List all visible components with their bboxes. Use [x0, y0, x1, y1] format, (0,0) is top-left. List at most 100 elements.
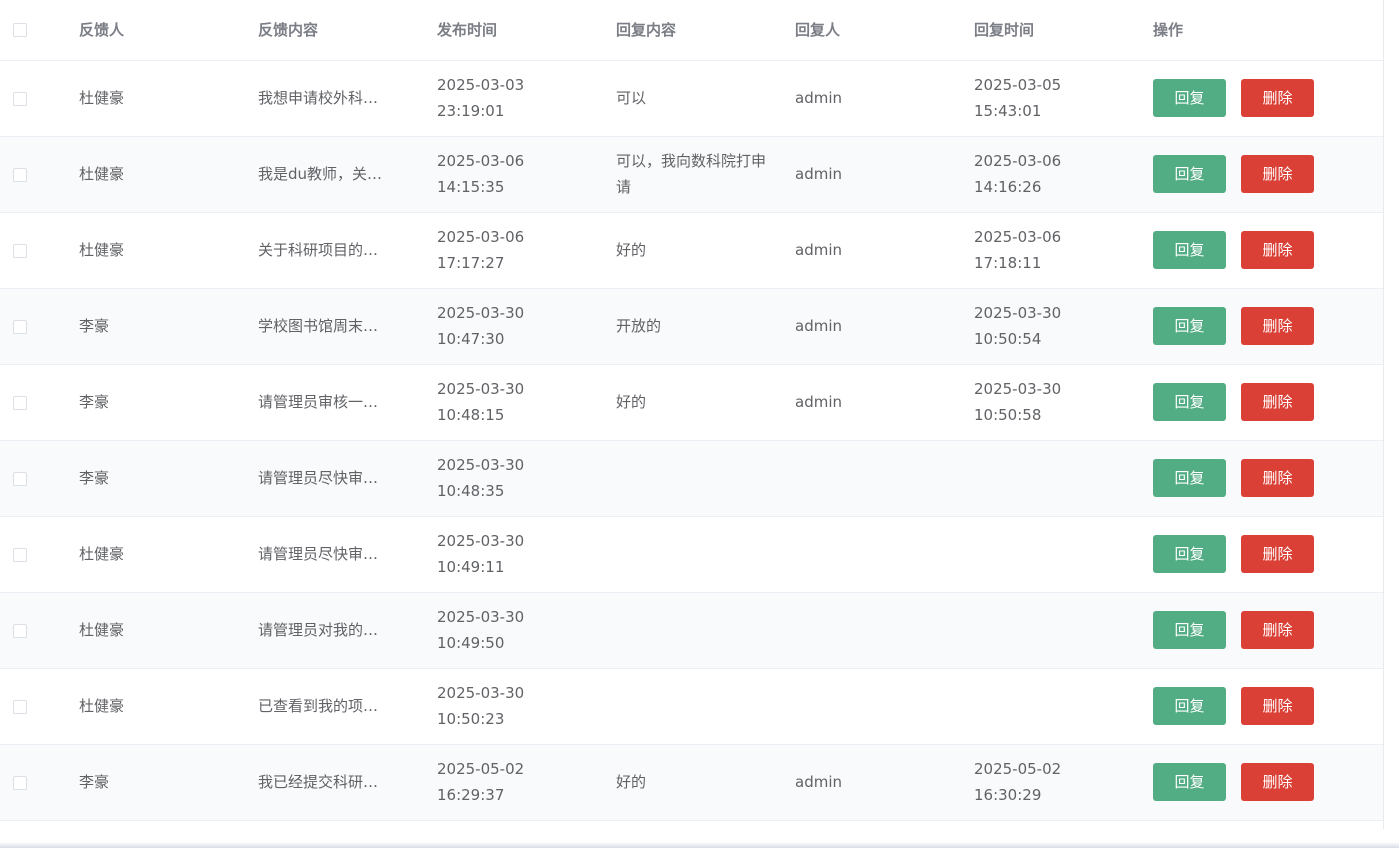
reply-time: 2025-03-06 17:18:11 [974, 228, 1062, 272]
row-checkbox[interactable] [13, 243, 27, 258]
row-checkbox[interactable] [13, 547, 27, 562]
feedbacker-cell: 杜健豪 [79, 592, 258, 669]
reply-button[interactable]: 回复 [1153, 307, 1226, 345]
reply-button[interactable]: 回复 [1153, 155, 1226, 193]
table-row: 杜健豪 已查看到我的项… 2025-03-30 10:50:23 回复 删除 [0, 668, 1383, 745]
publish-time-cell: 2025-03-30 10:48:35 [437, 440, 616, 517]
table-row: 杜健豪 我想申请校外科… 2025-03-03 23:19:01 可以 admin… [0, 60, 1383, 137]
operations-cell: 回复 删除 [1153, 364, 1383, 441]
feedback-content: 请管理员尽快审… [258, 469, 379, 487]
publish-time: 2025-03-30 10:48:35 [437, 456, 525, 500]
reply-button[interactable]: 回复 [1153, 231, 1226, 269]
reply-button[interactable]: 回复 [1153, 79, 1226, 117]
operations-cell: 回复 删除 [1153, 288, 1383, 365]
reply-content-cell: 好的 [616, 364, 795, 441]
feedbacker-name: 李豪 [79, 317, 110, 335]
row-checkbox[interactable] [13, 319, 27, 334]
delete-button[interactable]: 删除 [1241, 459, 1314, 497]
feedbacker-name: 杜健豪 [79, 241, 125, 259]
row-checkbox[interactable] [13, 395, 27, 410]
feedback-content: 请管理员尽快审… [258, 545, 379, 563]
delete-button[interactable]: 删除 [1241, 307, 1314, 345]
operations-cell: 回复 删除 [1153, 744, 1383, 821]
publish-time-cell: 2025-03-06 14:15:35 [437, 136, 616, 213]
replier-name: admin [795, 89, 842, 107]
row-checkbox[interactable] [13, 167, 27, 182]
reply-button[interactable]: 回复 [1153, 535, 1226, 573]
delete-button[interactable]: 删除 [1241, 79, 1314, 117]
feedback-content: 我已经提交科研… [258, 773, 379, 791]
row-select-cell [0, 212, 79, 289]
operations-cell: 回复 删除 [1153, 668, 1383, 745]
feedback-content: 请管理员对我的… [258, 621, 379, 639]
delete-button[interactable]: 删除 [1241, 231, 1314, 269]
select-all-checkbox[interactable] [13, 23, 27, 38]
row-checkbox[interactable] [13, 471, 27, 486]
row-select-cell [0, 440, 79, 517]
row-checkbox[interactable] [13, 699, 27, 714]
replier-cell [795, 592, 974, 669]
feedbacker-name: 杜健豪 [79, 89, 125, 107]
feedback-content: 已查看到我的项… [258, 697, 379, 715]
replier-cell [795, 440, 974, 517]
content-cell: 关于科研项目的… [258, 212, 437, 289]
feedback-content: 学校图书馆周末… [258, 317, 379, 335]
reply-button[interactable]: 回复 [1153, 459, 1226, 497]
delete-button[interactable]: 删除 [1241, 763, 1314, 801]
row-select-cell [0, 516, 79, 593]
publish-time-cell: 2025-05-02 16:29:37 [437, 744, 616, 821]
feedbacker-cell: 李豪 [79, 440, 258, 517]
reply-content-cell [616, 440, 795, 517]
publish-time-cell: 2025-03-30 10:47:30 [437, 288, 616, 365]
row-checkbox[interactable] [13, 623, 27, 638]
feedbacker-cell: 杜健豪 [79, 668, 258, 745]
scrollbar-track[interactable] [1383, 0, 1399, 848]
replier-name: admin [795, 241, 842, 259]
delete-button[interactable]: 删除 [1241, 611, 1314, 649]
publish-time-cell: 2025-03-03 23:19:01 [437, 60, 616, 137]
reply-time-cell: 2025-03-30 10:50:54 [974, 288, 1153, 365]
row-select-cell [0, 364, 79, 441]
header-content: 反馈内容 [258, 0, 437, 61]
reply-time-cell [974, 516, 1153, 593]
row-checkbox[interactable] [13, 91, 27, 106]
reply-button[interactable]: 回复 [1153, 763, 1226, 801]
reply-button[interactable]: 回复 [1153, 687, 1226, 725]
delete-button[interactable]: 删除 [1241, 155, 1314, 193]
page: 反馈人 反馈内容 发布时间 回复内容 回复人 回复时间 操作 杜健豪 我想申请校… [0, 0, 1399, 848]
content-cell: 请管理员审核一… [258, 364, 437, 441]
header-reply-time: 回复时间 [974, 0, 1153, 61]
reply-time: 2025-03-30 10:50:58 [974, 380, 1062, 424]
feedbacker-cell: 杜健豪 [79, 60, 258, 137]
delete-button[interactable]: 删除 [1241, 383, 1314, 421]
delete-button[interactable]: 删除 [1241, 535, 1314, 573]
publish-time: 2025-03-30 10:49:11 [437, 532, 525, 576]
reply-content-cell [616, 516, 795, 593]
feedbacker-cell: 李豪 [79, 364, 258, 441]
reply-content-cell: 开放的 [616, 288, 795, 365]
reply-content-cell [616, 592, 795, 669]
content-cell: 我想申请校外科… [258, 60, 437, 137]
reply-content: 好的 [616, 393, 647, 411]
publish-time: 2025-03-30 10:49:50 [437, 608, 525, 652]
row-select-cell [0, 592, 79, 669]
operations-cell: 回复 删除 [1153, 136, 1383, 213]
table-row: 杜健豪 关于科研项目的… 2025-03-06 17:17:27 好的 admin… [0, 212, 1383, 289]
reply-button[interactable]: 回复 [1153, 383, 1226, 421]
feedback-content: 我是du教师，关… [258, 165, 383, 183]
reply-button[interactable]: 回复 [1153, 611, 1226, 649]
delete-button[interactable]: 删除 [1241, 687, 1314, 725]
table-row: 李豪 学校图书馆周末… 2025-03-30 10:47:30 开放的 admin… [0, 288, 1383, 365]
reply-content-cell: 可以，我向数科院打申请 [616, 136, 795, 213]
header-feedbacker: 反馈人 [79, 0, 258, 61]
header-row: 反馈人 反馈内容 发布时间 回复内容 回复人 回复时间 操作 [0, 0, 1383, 61]
row-select-cell [0, 288, 79, 365]
reply-time: 2025-03-30 10:50:54 [974, 304, 1062, 348]
row-checkbox[interactable] [13, 775, 27, 790]
reply-time: 2025-03-05 15:43:01 [974, 76, 1062, 120]
reply-time-cell [974, 440, 1153, 517]
content-cell: 请管理员尽快审… [258, 516, 437, 593]
publish-time: 2025-05-02 16:29:37 [437, 760, 525, 804]
feedbacker-name: 李豪 [79, 469, 110, 487]
replier-cell [795, 516, 974, 593]
